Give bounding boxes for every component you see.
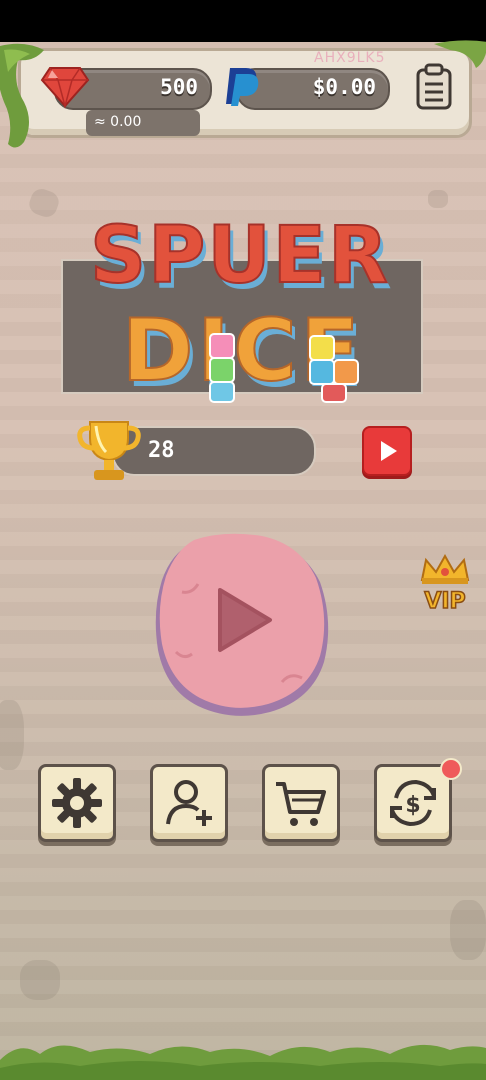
svg-text:$: $ bbox=[405, 793, 420, 818]
vip-label: VIP bbox=[424, 589, 465, 612]
play-button[interactable] bbox=[152, 532, 334, 718]
game-logo: SPUER SPUER DICE DICE bbox=[89, 210, 392, 406]
watermark-text: AHX9LK5 bbox=[314, 50, 386, 66]
gear-icon bbox=[52, 778, 102, 828]
records-clipboard-icon[interactable] bbox=[414, 62, 454, 110]
invite-friend-button[interactable] bbox=[150, 764, 228, 842]
gem-count: 500 bbox=[160, 75, 198, 99]
bg-rock bbox=[428, 190, 448, 208]
bg-rock bbox=[20, 960, 60, 1000]
ground-moss bbox=[0, 1044, 486, 1080]
status-bar bbox=[0, 0, 486, 42]
bg-rock bbox=[0, 700, 24, 770]
add-user-icon bbox=[166, 780, 212, 826]
cart-icon bbox=[276, 782, 326, 826]
cash-approx-text: ≈ 0.00 bbox=[94, 114, 142, 130]
shop-button[interactable] bbox=[262, 764, 340, 842]
paypal-icon bbox=[226, 68, 259, 106]
best-score-value: 28 bbox=[148, 438, 175, 463]
bg-rock bbox=[450, 900, 486, 960]
cash-amount: $0.00 bbox=[312, 75, 376, 99]
notification-badge bbox=[440, 758, 462, 780]
vip-crown-icon[interactable]: VIP bbox=[416, 552, 474, 612]
dollar-cycle-icon: $ bbox=[390, 779, 436, 827]
watch-video-button[interactable] bbox=[362, 426, 412, 476]
play-video-icon bbox=[381, 441, 397, 461]
cash-approx-label: ≈ 0.00 bbox=[86, 110, 200, 136]
settings-button[interactable] bbox=[38, 764, 116, 842]
best-score-bar: 28 bbox=[112, 426, 316, 476]
cash-exchange-button[interactable]: $ bbox=[374, 764, 452, 842]
trophy-icon bbox=[77, 421, 141, 480]
gem-icon bbox=[40, 67, 90, 109]
logo-line1-face: SPUER bbox=[90, 211, 390, 301]
